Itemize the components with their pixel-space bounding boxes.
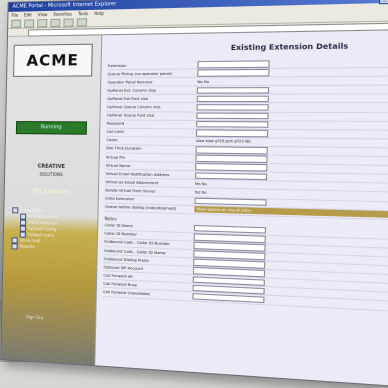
form-label: Virtual Name	[105, 163, 131, 168]
back-icon[interactable]	[11, 19, 22, 28]
form-label: Dial Time Duration	[106, 146, 142, 152]
extension-form: Extension Queue Pickup (no operator panel…	[102, 58, 388, 312]
text-input[interactable]	[194, 171, 268, 181]
page-content: ACME Running CREATIVE SOLUTIONS PBX Exte…	[1, 30, 388, 387]
form-label: OpPanel Queue Font size	[106, 113, 155, 118]
status-running-button[interactable]: Running	[15, 121, 88, 135]
nav-tree: Extensions Find Extension Add Extension …	[11, 207, 91, 252]
search-icon[interactable]	[76, 17, 88, 27]
form-label: Delete Virtual From Server	[105, 188, 156, 194]
menu-tools[interactable]: Tools	[78, 10, 88, 17]
text-input[interactable]	[196, 112, 269, 120]
form-label: Call Limit	[106, 130, 125, 135]
sign-out-link[interactable]: Sign Out	[26, 314, 43, 320]
window-title: ACME Portal - Microsoft Internet Explore…	[12, 1, 117, 10]
form-row: OpPanel Ext. Column Size	[107, 85, 388, 96]
text-input[interactable]	[197, 69, 270, 77]
form-label: Virtual Email Notification Address	[105, 171, 170, 177]
text-input[interactable]	[195, 129, 269, 137]
form-row: OpPanel Ext Font size	[107, 94, 388, 104]
sidebar: ACME Running CREATIVE SOLUTIONS PBX Exte…	[1, 35, 103, 366]
text-input[interactable]	[196, 95, 269, 103]
form-label: Virtual as Email Attachment	[105, 179, 159, 186]
minimize-button[interactable]: _	[378, 0, 388, 5]
forward-icon[interactable]	[24, 18, 35, 28]
form-label: Queue before dialing (hide/observed)	[104, 204, 177, 211]
radio-group[interactable]: Yes No	[195, 190, 207, 194]
brand-line2: SOLUTIONS	[39, 171, 63, 178]
stop-icon[interactable]	[37, 18, 48, 27]
form-label: OpPanel Ext. Column Size	[107, 88, 157, 93]
menu-view[interactable]: View	[38, 11, 48, 18]
form-label: Caller ID Number	[104, 231, 137, 237]
form-label: Caller ID Name	[104, 223, 133, 229]
form-label: Child Extension	[105, 196, 135, 202]
form-label: OpPanel Queue Column size	[106, 105, 161, 110]
form-label: Extension	[107, 63, 127, 68]
folder-icon	[12, 207, 19, 214]
menu-help[interactable]: Help	[94, 10, 104, 17]
form-label: Password	[106, 121, 125, 126]
form-label: OpPanel Ext Font size	[107, 96, 149, 101]
home-icon[interactable]	[63, 17, 74, 27]
text-input[interactable]	[195, 154, 268, 163]
folder-icon	[11, 243, 18, 250]
sidebar-section-title: PBX Extension	[32, 188, 70, 196]
text-input[interactable]	[194, 197, 267, 207]
refresh-icon[interactable]	[50, 18, 61, 27]
text-input[interactable]	[196, 86, 270, 94]
radio-group[interactable]: ulaw alaw g729 gsm g723 ilbc	[196, 139, 252, 144]
text-input[interactable]	[195, 146, 268, 155]
form-label: Virtual Pin	[105, 154, 126, 160]
menu-edit[interactable]: Edit	[24, 11, 32, 18]
page-title: Existing Extension Details	[230, 42, 349, 53]
text-input[interactable]	[197, 60, 270, 69]
browser-window: ACME Portal - Microsoft Internet Explore…	[0, 0, 388, 388]
text-input[interactable]	[196, 103, 269, 111]
menu-file[interactable]: File	[11, 12, 18, 19]
form-label: Codec	[106, 138, 119, 143]
menu-favorites[interactable]: Favorites	[53, 10, 72, 18]
main-panel: Existing Extension Details Extension Queu…	[95, 30, 388, 387]
form-label: Call Forward Unavailable	[103, 289, 151, 297]
radio-group[interactable]: Yes No	[195, 182, 207, 186]
form-label: Operator Panel Remove	[107, 79, 153, 85]
text-input[interactable]	[196, 120, 269, 129]
form-label: Queue Pickup (no operator panel)	[107, 71, 173, 76]
radio-group[interactable]: Yes No	[197, 80, 209, 84]
brand-block: CREATIVE SOLUTIONS	[23, 163, 80, 178]
acme-logo: ACME	[13, 43, 93, 77]
text-input[interactable]	[195, 163, 268, 172]
